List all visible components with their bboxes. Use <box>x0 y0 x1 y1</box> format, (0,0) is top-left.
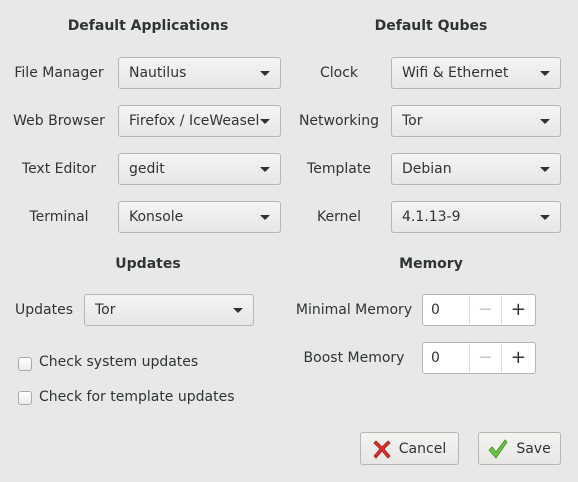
cancel-label: Cancel <box>398 440 447 457</box>
dropdown-value: 4.1.13-9 <box>402 209 461 225</box>
template-dropdown[interactable]: Debian <box>391 153 561 185</box>
check-system-updates-label[interactable]: Check system updates <box>39 354 198 370</box>
file-manager-dropdown[interactable]: Nautilus <box>118 57 281 89</box>
chevron-down-icon <box>233 308 243 313</box>
web-browser-dropdown[interactable]: Firefox / IceWeasel <box>118 105 281 137</box>
save-check-icon <box>488 438 508 459</box>
chevron-down-icon <box>260 119 270 124</box>
save-label: Save <box>516 440 551 457</box>
updates-label: Updates <box>15 302 73 318</box>
chevron-down-icon <box>540 167 550 172</box>
terminal-dropdown[interactable]: Konsole <box>118 201 281 233</box>
check-template-updates-label[interactable]: Check for template updates <box>39 389 235 405</box>
decrement-button[interactable]: − <box>469 343 500 373</box>
boost-memory-spinner[interactable]: 0 − + <box>422 342 536 374</box>
file-manager-label: File Manager <box>14 65 104 81</box>
dropdown-value: Nautilus <box>129 65 187 81</box>
default-applications-heading: Default Applications <box>67 18 229 34</box>
increment-button[interactable]: + <box>500 295 535 325</box>
increment-button[interactable]: + <box>500 343 535 373</box>
default-qubes-heading: Default Qubes <box>374 18 488 34</box>
dropdown-value: Konsole <box>129 209 184 225</box>
updates-heading: Updates <box>115 256 181 272</box>
dropdown-value: Tor <box>402 113 423 129</box>
check-template-updates-checkbox[interactable] <box>18 391 32 405</box>
networking-label: Networking <box>298 113 380 129</box>
dropdown-value: Tor <box>95 302 116 318</box>
chevron-down-icon <box>260 167 270 172</box>
cancel-x-icon <box>373 439 391 459</box>
clock-label: Clock <box>319 65 359 81</box>
minimal-memory-spinner[interactable]: 0 − + <box>422 294 536 326</box>
kernel-label: Kernel <box>317 209 361 225</box>
dropdown-value: Wifi & Ethernet <box>402 65 509 81</box>
web-browser-label: Web Browser <box>13 113 105 129</box>
chevron-down-icon <box>540 215 550 220</box>
memory-heading: Memory <box>399 256 463 272</box>
template-label: Template <box>307 161 371 177</box>
updates-dropdown[interactable]: Tor <box>84 294 254 326</box>
clock-dropdown[interactable]: Wifi & Ethernet <box>391 57 561 89</box>
decrement-button[interactable]: − <box>469 295 500 325</box>
text-editor-dropdown[interactable]: gedit <box>118 153 281 185</box>
networking-dropdown[interactable]: Tor <box>391 105 561 137</box>
kernel-dropdown[interactable]: 4.1.13-9 <box>391 201 561 233</box>
dropdown-value: Debian <box>402 161 452 177</box>
cancel-button[interactable]: Cancel <box>360 432 459 465</box>
terminal-label: Terminal <box>29 209 89 225</box>
save-button[interactable]: Save <box>478 432 561 465</box>
chevron-down-icon <box>260 215 270 220</box>
boost-memory-input[interactable]: 0 <box>423 343 469 373</box>
minimal-memory-label: Minimal Memory <box>295 302 413 318</box>
boost-memory-label: Boost Memory <box>303 350 405 366</box>
dropdown-value: gedit <box>129 161 165 177</box>
text-editor-label: Text Editor <box>21 161 97 177</box>
chevron-down-icon <box>540 71 550 76</box>
chevron-down-icon <box>540 119 550 124</box>
chevron-down-icon <box>260 71 270 76</box>
check-system-updates-checkbox[interactable] <box>18 357 32 371</box>
minimal-memory-input[interactable]: 0 <box>423 295 469 325</box>
dropdown-value: Firefox / IceWeasel <box>129 113 260 129</box>
